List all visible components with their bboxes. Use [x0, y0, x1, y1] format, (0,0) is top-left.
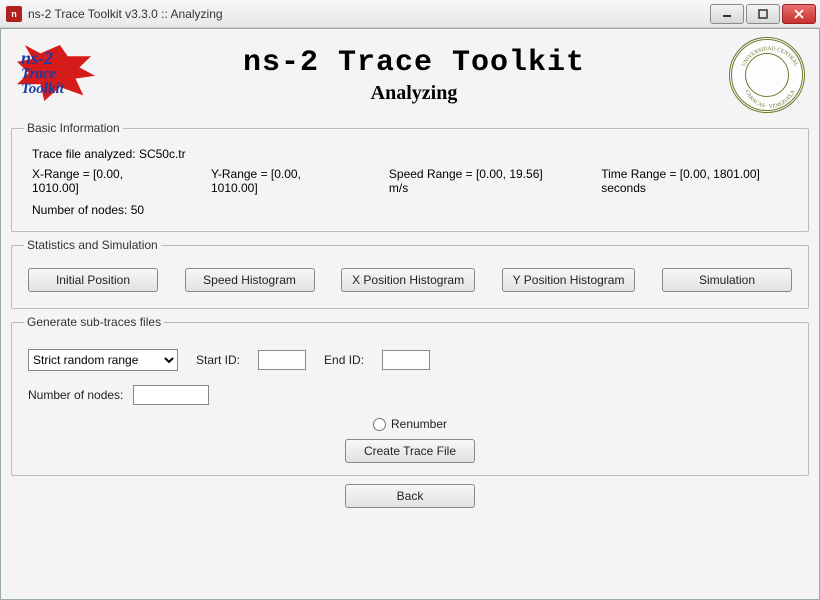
y-range: Y-Range = [0.00, 1010.00] — [211, 167, 343, 195]
svg-text:UNIVERSIDAD CENTRAL: UNIVERSIDAD CENTRAL — [741, 46, 800, 68]
speed-range: Speed Range = [0.00, 19.56] m/s — [389, 167, 555, 195]
generate-legend: Generate sub-traces files — [24, 315, 164, 329]
close-button[interactable] — [782, 4, 816, 24]
basic-info-legend: Basic Information — [24, 121, 123, 135]
minimize-button[interactable] — [710, 4, 744, 24]
minimize-icon — [722, 9, 732, 19]
logo-text: ns-2 Trace Toolkit — [21, 49, 64, 97]
generate-center: Renumber Create Trace File — [24, 417, 796, 463]
stats-buttons-row: Initial Position Speed Histogram X Posit… — [24, 260, 796, 296]
nodes-label: Number of nodes: — [32, 203, 127, 217]
nodes-row: Number of nodes: 50 — [32, 203, 796, 217]
basic-info-group: Basic Information Trace file analyzed: S… — [11, 121, 809, 232]
renumber-row: Renumber — [373, 417, 447, 431]
university-seal-icon: UNIVERSIDAD CENTRAL CARACAS · VENEZUELA — [729, 37, 805, 113]
trace-file-label: Trace file analyzed: — [32, 147, 136, 161]
create-trace-button[interactable]: Create Trace File — [345, 439, 475, 463]
window-title: ns-2 Trace Toolkit v3.3.0 :: Analyzing — [28, 7, 708, 21]
back-button[interactable]: Back — [345, 484, 475, 508]
start-id-label: Start ID: — [196, 353, 240, 367]
range-mode-select[interactable]: Strict random range — [28, 349, 178, 371]
window-body: ns-2 Trace Toolkit ns-2 Trace Toolkit An… — [0, 28, 820, 600]
gen-nodes-input[interactable] — [133, 385, 209, 405]
end-id-label: End ID: — [324, 353, 364, 367]
logo-line2: Trace — [21, 67, 64, 82]
logo-line1: ns-2 — [21, 49, 64, 67]
titlebar: n ns-2 Trace Toolkit v3.3.0 :: Analyzing — [0, 0, 820, 28]
generate-row1: Strict random range Start ID: End ID: — [24, 337, 796, 379]
simulation-button[interactable]: Simulation — [662, 268, 792, 292]
footer: Back — [11, 484, 809, 508]
window-buttons — [708, 4, 816, 24]
app-logo: ns-2 Trace Toolkit — [15, 43, 99, 107]
renumber-label: Renumber — [391, 417, 447, 431]
trace-file-row: Trace file analyzed: SC50c.tr — [32, 147, 796, 161]
y-position-histogram-button[interactable]: Y Position Histogram — [502, 268, 636, 292]
time-range: Time Range = [0.00, 1801.00] seconds — [601, 167, 796, 195]
generate-group: Generate sub-traces files Strict random … — [11, 315, 809, 476]
svg-text:CARACAS · VENEZUELA: CARACAS · VENEZUELA — [744, 89, 797, 110]
maximize-icon — [758, 9, 768, 19]
logo-line3: Toolkit — [21, 82, 64, 97]
stats-group: Statistics and Simulation Initial Positi… — [11, 238, 809, 309]
stats-legend: Statistics and Simulation — [24, 238, 161, 252]
trace-file-value: SC50c.tr — [139, 147, 186, 161]
page-title: ns-2 Trace Toolkit — [99, 46, 729, 80]
close-icon — [794, 9, 804, 19]
page-subtitle: Analyzing — [99, 82, 729, 105]
x-position-histogram-button[interactable]: X Position Histogram — [341, 268, 475, 292]
gen-nodes-label: Number of nodes: — [28, 388, 123, 402]
initial-position-button[interactable]: Initial Position — [28, 268, 158, 292]
start-id-input[interactable] — [258, 350, 306, 370]
nodes-value: 50 — [131, 203, 144, 217]
title-block: ns-2 Trace Toolkit Analyzing — [99, 46, 729, 105]
ranges-row: X-Range = [0.00, 1010.00] Y-Range = [0.0… — [32, 167, 796, 195]
maximize-button[interactable] — [746, 4, 780, 24]
header: ns-2 Trace Toolkit ns-2 Trace Toolkit An… — [11, 37, 809, 115]
end-id-input[interactable] — [382, 350, 430, 370]
speed-histogram-button[interactable]: Speed Histogram — [185, 268, 315, 292]
x-range: X-Range = [0.00, 1010.00] — [32, 167, 165, 195]
app-icon: n — [6, 6, 22, 22]
generate-row2: Number of nodes: — [24, 379, 796, 407]
renumber-radio[interactable] — [373, 418, 386, 431]
